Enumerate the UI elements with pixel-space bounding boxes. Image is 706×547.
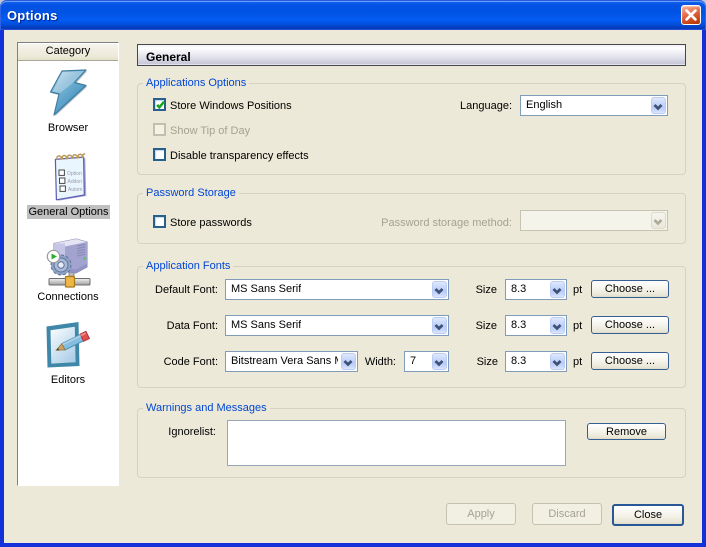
svg-text:Option: Option [67,171,82,177]
svg-text:Addon: Addon [68,179,83,185]
svg-text:Autom: Autom [68,187,82,193]
